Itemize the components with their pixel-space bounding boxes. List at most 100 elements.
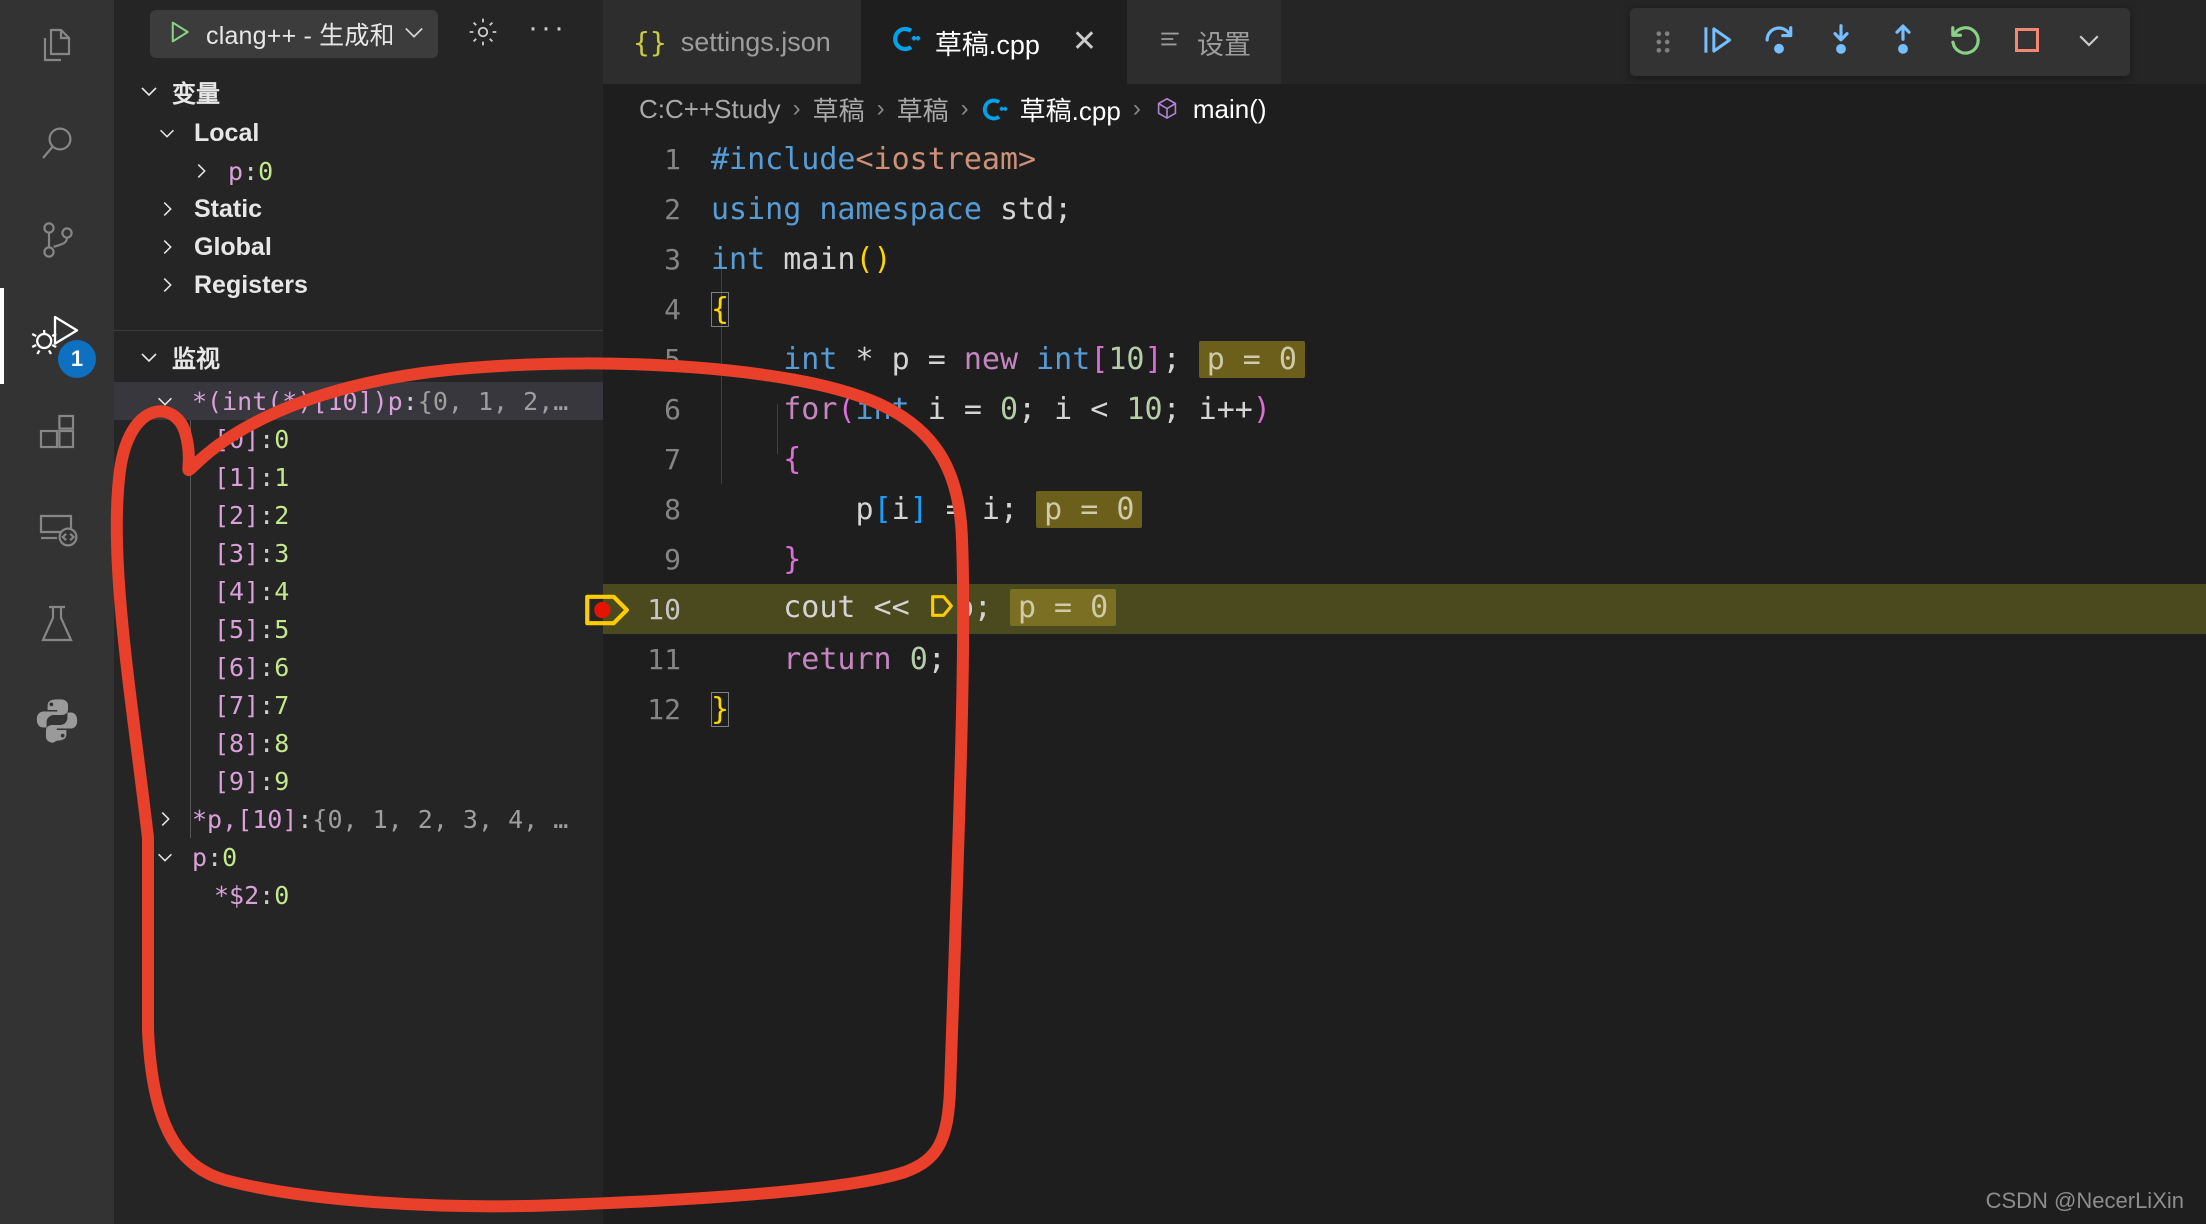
breadcrumb-part-4[interactable]: main() (1193, 94, 1267, 125)
activity-item-explorer[interactable] (0, 0, 114, 96)
step-out-button[interactable] (1872, 11, 1934, 73)
open-launch-json-button[interactable] (466, 15, 500, 54)
watch-separator: : (259, 576, 275, 606)
launch-configuration-dropdown[interactable]: clang++ - 生成和 (150, 10, 438, 58)
files-icon (33, 24, 81, 72)
chevron-right-icon[interactable] (152, 236, 182, 258)
activity-item-remote-explorer[interactable] (0, 480, 114, 576)
chevron-right-icon[interactable] (150, 808, 180, 830)
code-line[interactable]: 5 int * p = new int[10]; p = 0 (603, 334, 2206, 384)
restart-button[interactable] (1934, 11, 1996, 73)
watch-child-row[interactable]: [0] : 0 (114, 420, 603, 458)
chevron-down-icon[interactable] (400, 18, 428, 51)
watch-row-deref[interactable]: *p,[10] : {0, 1, 2, 3, 4, … (114, 800, 603, 838)
grip-icon[interactable] (1640, 11, 1686, 73)
code-line[interactable]: 1 #include<iostream> (603, 134, 2206, 184)
stop-button[interactable] (1996, 11, 2058, 73)
close-icon[interactable]: ✕ (1072, 27, 1097, 57)
scope-label: Local (194, 118, 260, 147)
line-number: 4 (664, 292, 681, 326)
tab-settings-json[interactable]: {} settings.json (603, 0, 861, 84)
activity-item-run-and-debug[interactable]: 1 (0, 288, 114, 384)
watch-row-p[interactable]: p : 0 (114, 838, 603, 876)
watch-child-row[interactable]: [6] : 6 (114, 648, 603, 686)
watch-child-row[interactable]: [5] : 5 (114, 610, 603, 648)
breadcrumb-part-2[interactable]: 草稿 (897, 91, 949, 128)
active-indicator (0, 288, 4, 384)
code-line[interactable]: 12 } (603, 684, 2206, 734)
watch-child-row[interactable]: *$2 : 0 (114, 876, 603, 914)
watch-separator: : (259, 614, 275, 644)
chevron-down-icon (136, 78, 162, 104)
activity-item-search[interactable] (0, 96, 114, 192)
watch-child-row[interactable]: [1] : 1 (114, 458, 603, 496)
variables-section-header[interactable]: 变量 (114, 68, 603, 114)
watch-child-row[interactable]: [7] : 7 (114, 686, 603, 724)
chevron-right-icon[interactable] (152, 198, 182, 220)
watch-child-row[interactable]: [3] : 3 (114, 534, 603, 572)
play-icon[interactable] (164, 17, 194, 52)
tab-caogao-cpp[interactable]: 草稿.cpp ✕ (860, 0, 1127, 84)
watch-child-row[interactable]: [8] : 8 (114, 724, 603, 762)
breadcrumb-part-0[interactable]: C:C++Study (639, 94, 781, 125)
code-editor[interactable]: 1 #include<iostream> 2 using namespace s… (585, 134, 2206, 734)
debug-more-button[interactable] (2058, 11, 2120, 73)
step-over-button[interactable] (1748, 11, 1810, 73)
ellipsis-icon[interactable]: ··· (528, 13, 567, 45)
code-line[interactable]: 3 int main() (603, 234, 2206, 284)
code-line-current[interactable]: 10 cout << p; p = 0 (585, 584, 2206, 634)
code-line[interactable]: 6 for(int i = 0; i < 10; i++) (603, 384, 2206, 434)
watch-value: 3 (274, 538, 290, 568)
watch-row-expression[interactable]: *(int(*)[10])p : {0, 1, 2,… (114, 382, 603, 420)
scope-row-registers[interactable]: Registers (114, 266, 603, 304)
line-number: 3 (664, 242, 681, 276)
continue-button[interactable] (1686, 11, 1748, 73)
code-line[interactable]: 9 } (603, 534, 2206, 584)
code-line[interactable]: 2 using namespace std; (603, 184, 2206, 234)
watch-value: 9 (274, 766, 290, 796)
code-line[interactable]: 4 { (603, 284, 2206, 334)
watch-name: [3] (214, 538, 260, 568)
activity-item-python[interactable] (0, 672, 114, 768)
debug-launch-toolbar: clang++ - 生成和 ··· (114, 0, 603, 68)
chevron-down-icon (2074, 25, 2104, 60)
watch-title: 监视 (172, 346, 220, 373)
chevron-down-icon[interactable] (152, 122, 182, 144)
tab-settings[interactable]: 设置 (1127, 0, 1281, 84)
line-content: p[i] = i; p = 0 (703, 490, 1143, 528)
scope-row-static[interactable]: Static (114, 190, 603, 228)
line-number: 5 (664, 342, 681, 376)
breadcrumb-part-1[interactable]: 草稿 (813, 91, 865, 128)
variable-row-p[interactable]: p : 0 (114, 152, 603, 190)
activity-item-extensions[interactable] (0, 384, 114, 480)
step-into-button[interactable] (1810, 11, 1872, 73)
code-line[interactable]: 8 p[i] = i; p = 0 (603, 484, 2206, 534)
chevron-right-icon[interactable] (152, 274, 182, 296)
watch-value: 2 (274, 500, 290, 530)
line-content: #include<iostream> (711, 141, 1037, 177)
activity-item-source-control[interactable] (0, 192, 114, 288)
inline-breakpoint-icon[interactable] (928, 592, 956, 628)
watch-child-row[interactable]: [2] : 2 (114, 496, 603, 534)
debug-sidebar: clang++ - 生成和 ··· 变量 Local p: 0 Static … (114, 0, 603, 1224)
breakpoint-current-icon[interactable] (583, 593, 633, 635)
watch-value: 6 (274, 652, 290, 682)
watch-child-row[interactable]: [9] : 9 (114, 762, 603, 800)
code-line[interactable]: 11 return 0; (603, 634, 2206, 684)
variables-tree: Local p : 0 Static Global Registers (114, 114, 603, 304)
breadcrumb-part-3[interactable]: 草稿.cpp (1020, 91, 1121, 128)
debug-badge: 1 (58, 340, 96, 378)
chevron-down-icon[interactable] (150, 390, 180, 412)
watch-section-header[interactable]: 监视 (114, 330, 603, 382)
scope-row-global[interactable]: Global (114, 228, 603, 266)
chevron-right-icon[interactable] (186, 160, 216, 182)
watch-separator: : (402, 386, 418, 416)
scope-row-local[interactable]: Local (114, 114, 603, 152)
watch-value: 1 (274, 462, 290, 492)
code-line[interactable]: 7 { (603, 434, 2206, 484)
line-number: 8 (664, 492, 681, 526)
tab-label: 设置 (1197, 29, 1251, 60)
activity-item-testing[interactable] (0, 576, 114, 672)
chevron-down-icon[interactable] (150, 846, 180, 868)
watch-child-row[interactable]: [4] : 4 (114, 572, 603, 610)
